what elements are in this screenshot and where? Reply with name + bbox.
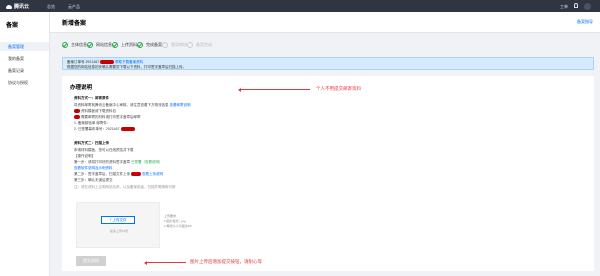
download-materials-link[interactable]: 帮助下载备案资料 [115,60,143,64]
text: 第一步：请将打印好的资料签字盖章 [74,160,130,164]
step-4: 完成备案 [137,42,162,48]
redacted-mark [74,115,80,120]
nav-overview[interactable]: 总览 [47,4,55,10]
text: 将资料邮寄到腾讯云备案中心审核，请注意查看下方物流信息 [74,103,169,107]
upload-file-button[interactable]: + 上传文件 [101,216,135,224]
software-instructions-link[interactable]: 查看软件说明及示例资料 [74,166,113,171]
step-label: 上传资料 [121,42,137,47]
method-1-line: 资料模板请下载资料包 [74,109,116,114]
brand-logo[interactable]: 腾讯云 [6,3,29,10]
step-label: 主体信息 [71,42,87,47]
method-2-line: 第三步：确认无误后提交 [74,178,113,182]
sidebar-item-agreements[interactable]: 协议与授权 [0,78,49,87]
info-notice: 备案订单号 2921467 帮助下载备案资料 根据您的网站信息初步确认需要您下载… [62,57,594,70]
method-1-line: 将资料邮寄到腾讯云备案中心审核，请注意查看下方物流信息 查看邮寄说明 [74,103,190,108]
mail-instructions-link[interactable]: 查看邮寄说明 [169,103,190,107]
method-1-title: 资料方式一：邮寄原件 [74,96,109,100]
text: 第二步：签字盖章后，扫描文件上传 [74,172,130,176]
upload-hint: 最多上传10张 [109,229,129,233]
step-6: 备案完成 [187,42,212,48]
upload-requirement: 1.图片格式：jpg [164,219,186,223]
cloud-icon [6,4,12,9]
method-2-note: 注：请在资料上注明网站名称，以及备案用途，扫描件需清晰可辨 [74,185,176,189]
method-1-line: 2. 已签署幕布单号：2921467 [74,127,135,132]
method-2-line: 第一步：请将打印好的资料签字盖章 已签署（查看说明） [74,160,162,165]
step-number-icon [187,42,193,48]
sidebar-item-filing-records[interactable]: 备案记录 [0,66,49,75]
text: 资料模板请下载资料包 [80,109,116,113]
method-2-line: 申请材料模板，您可以在线预览并下载 [74,148,134,152]
method-2-line: 第二步：签字盖章后，扫描文件上传 查看上传说明 [74,172,163,177]
annotation-arrow [144,260,186,265]
nav-products[interactable]: 云产品 [68,4,80,10]
redacted-mark [74,109,80,114]
brand-name: 腾讯云 [14,4,30,10]
upload-requirements-title: 上传要求 [164,214,177,218]
page-header: 新增备案 备案指导 [50,12,600,33]
text: 2. 已签署幕布单号：2921467 [74,127,120,131]
text: 1. 备案核验单 邮寄件： [74,121,111,125]
nav-tickets[interactable]: 工单 [560,4,568,10]
check-icon [112,42,118,48]
redacted-mark [120,127,135,132]
annotation-arrow [238,87,310,92]
sidebar-title: 备案 [6,23,19,29]
instructions-card: 办理说明 资料方式一：邮寄原件 将资料邮寄到腾讯云备案中心审核，请注意查看下方物… [62,76,594,271]
method-1-line: 需要邮寄的材料请打印签字盖章后邮寄 [74,115,140,120]
avatar[interactable] [584,2,591,10]
annotation-text-1: 个人不用提交邮寄资料 [316,86,361,91]
sidebar-item-filing-management[interactable]: 备案管理 [0,42,49,51]
method-2-title: 资料方式二：扫描上传 [74,141,109,145]
upload-area[interactable]: + 上传文件 最多上传10张 [76,202,160,248]
step-2: 网站信息 [87,42,112,48]
step-1: 主体信息 [62,42,87,48]
section-heading: 办理说明 [70,85,93,91]
check-icon [137,42,143,48]
step-number-icon [162,42,168,48]
top-bar: 腾讯云 总览 云产品 工单 [0,0,600,12]
step-label: 网站信息 [96,42,112,47]
check-icon [62,42,68,48]
redacted-mark [130,172,141,177]
progress-steps: 主体信息 网站信息 上传资料 完成备案 管局审核 备案完成 [62,38,594,52]
order-number-text: 备案订单号 2921467 [67,60,100,64]
sidebar: 备案 备案管理 我的备案 备案记录 协议与授权 [0,12,50,276]
signed-status-link[interactable]: 已签署（查看说明） [131,160,163,164]
text: 需要邮寄的材料请打印签字盖章后邮寄 [80,115,141,119]
submit-button[interactable]: 提交资料 [76,256,106,266]
method-2-line: 【操作说明】 [74,154,95,158]
upload-instructions-link[interactable]: 查看上传说明 [142,172,163,176]
step-5: 管局审核 [162,42,187,48]
notice-line-2: 根据您的网站信息初步确认需要您下载以下资料，打印签字盖章后扫描上传。 [67,65,186,69]
check-icon [87,42,93,48]
step-label: 备案完成 [196,42,212,47]
sidebar-item-my-filings[interactable]: 我的备案 [0,54,49,63]
upload-requirement: 2.每张大小不超过2M [164,224,192,228]
step-label: 完成备案 [146,42,162,47]
step-label: 管局审核 [171,42,187,47]
redacted-mark [100,60,115,65]
method-1-line: 1. 备案核验单 邮寄件： [74,121,110,126]
step-3: 上传资料 [112,42,137,48]
help-link[interactable]: 备案指导 [577,19,593,25]
annotation-text-2: 图片上传后增加提交按钮，请耐心等 [190,259,262,264]
bell-icon[interactable] [574,3,578,8]
page-title: 新增备案 [62,21,87,27]
